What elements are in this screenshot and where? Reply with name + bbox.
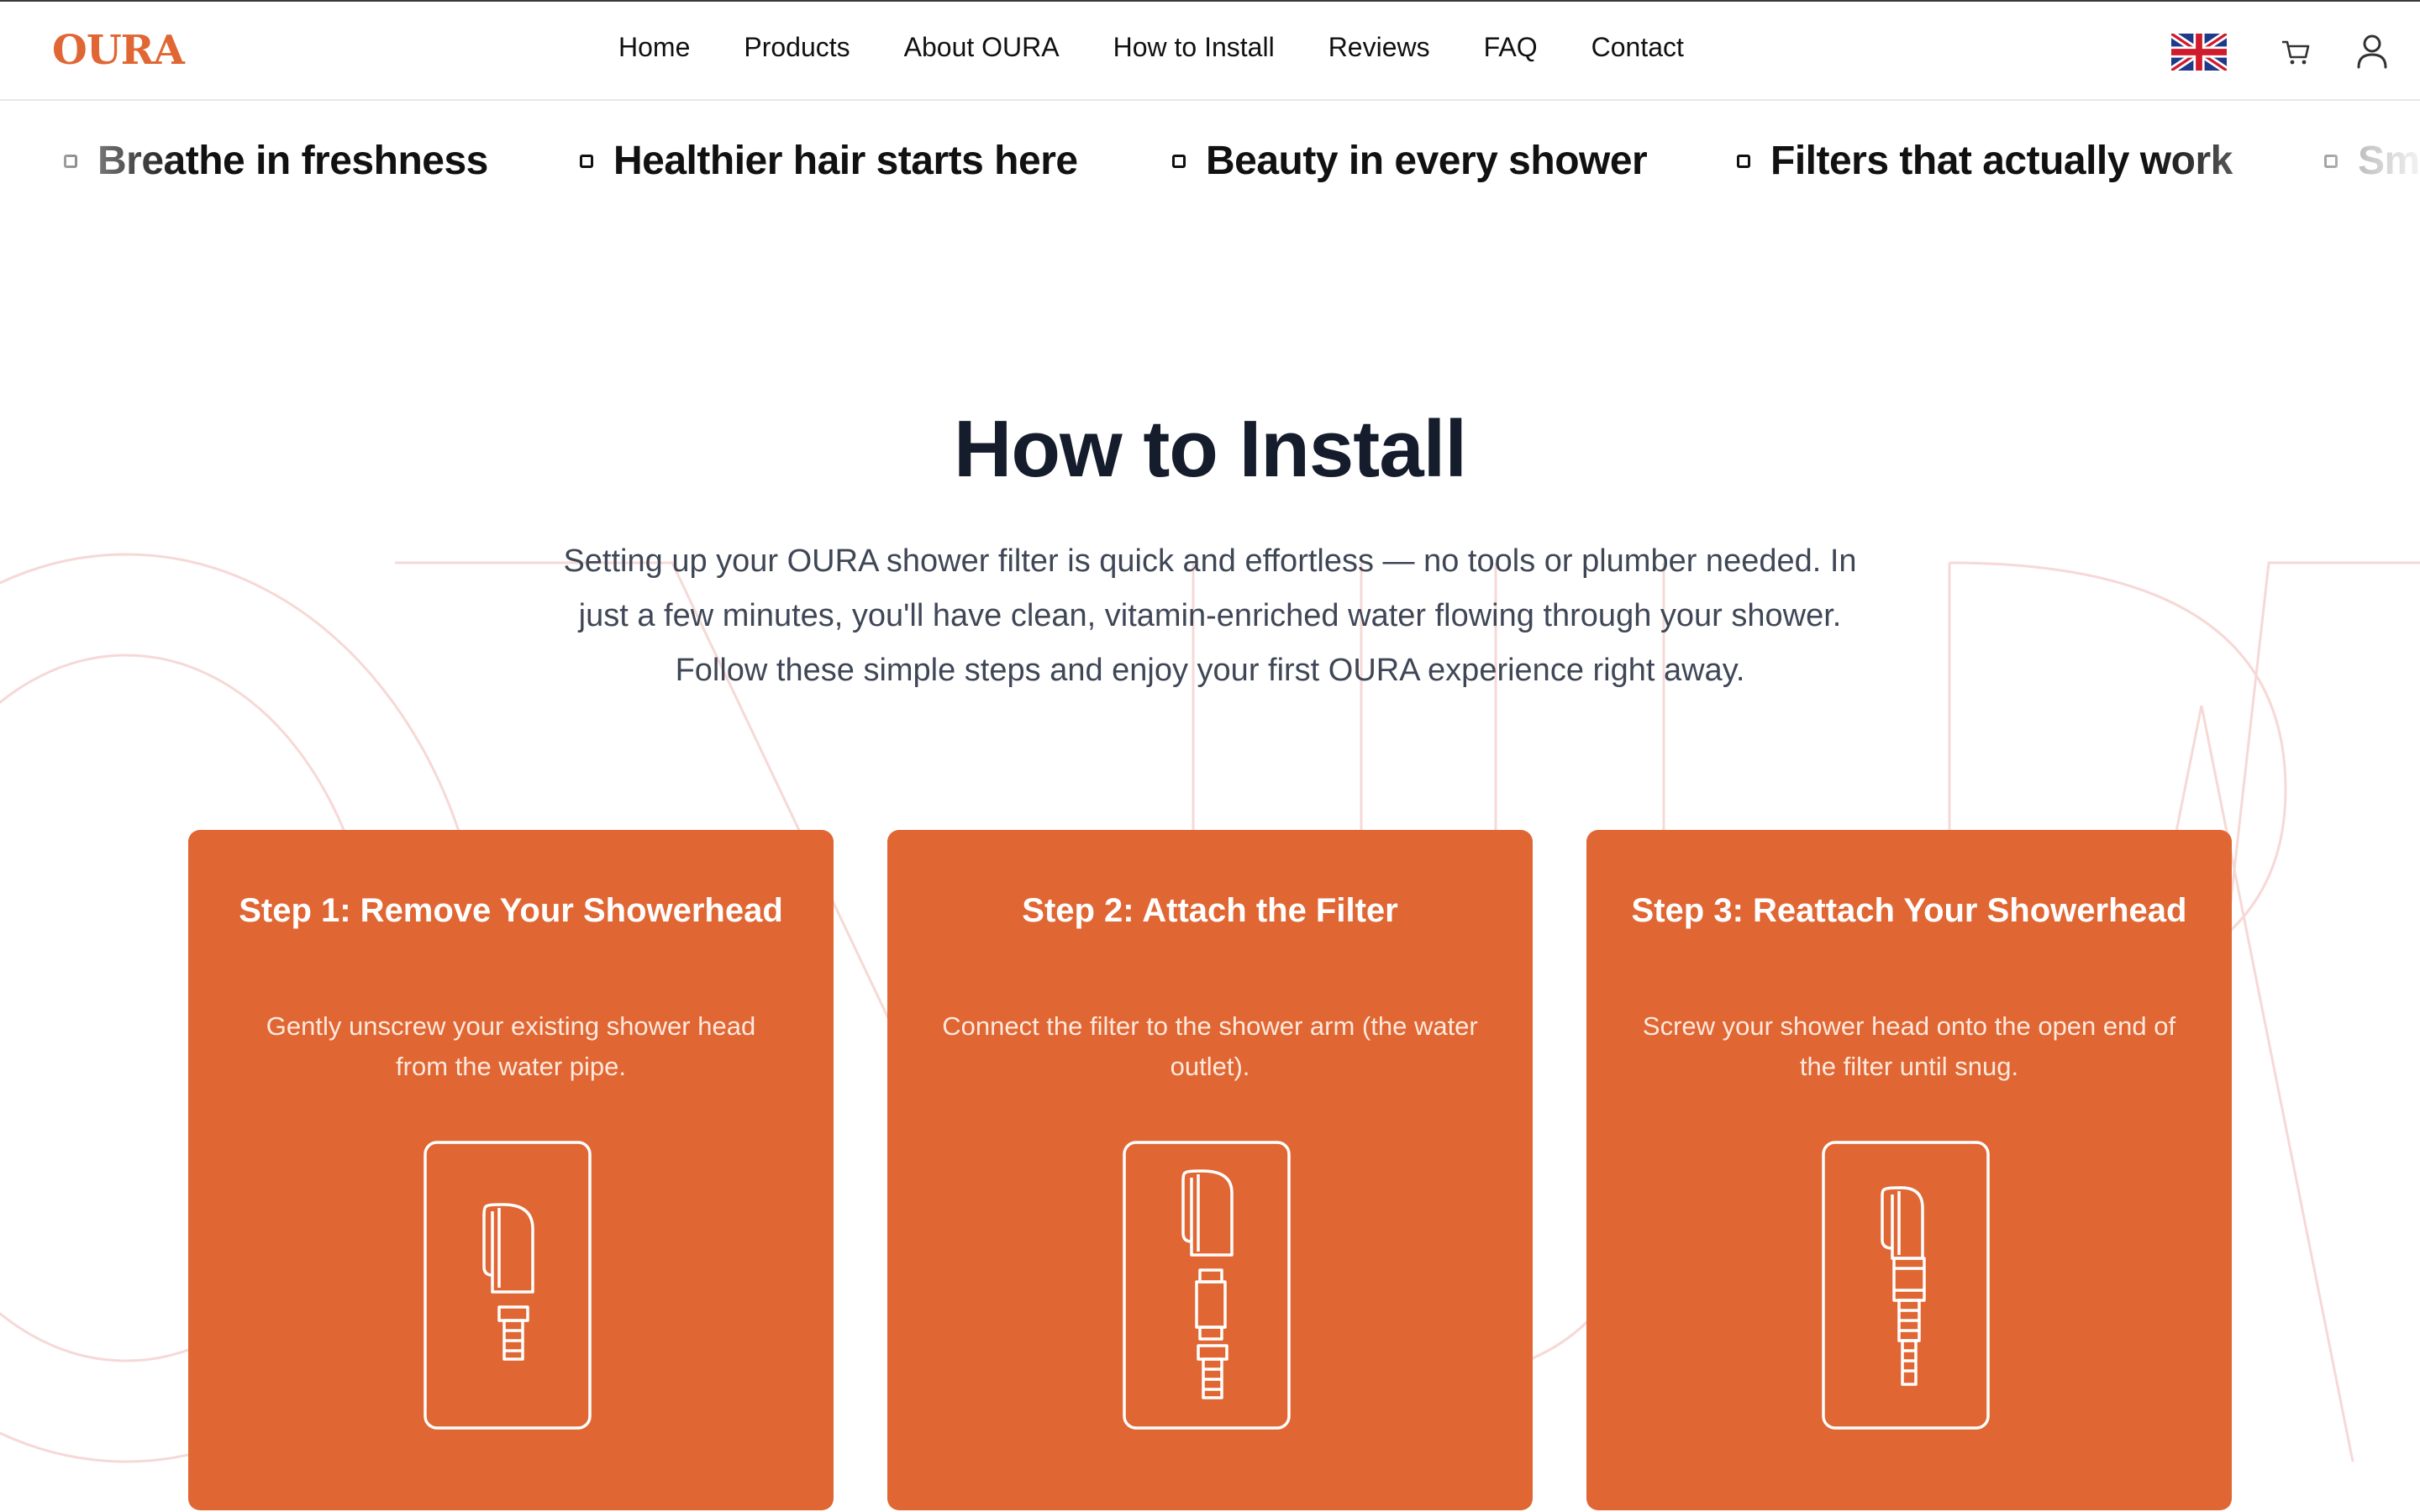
marquee-item: Beauty in every shower bbox=[1172, 138, 1648, 184]
page-title: How to Install bbox=[954, 404, 1467, 494]
nav-how-to-install[interactable]: How to Install bbox=[1113, 32, 1275, 63]
step-description: Gently unscrew your existing shower head… bbox=[266, 1011, 756, 1081]
step-description: Connect the filter to the shower arm (th… bbox=[942, 1011, 1478, 1081]
step-title: Step 3: Reattach Your Showerhead bbox=[1631, 892, 2187, 929]
square-bullet-icon bbox=[1172, 154, 1186, 168]
uk-flag-icon[interactable] bbox=[2171, 34, 2227, 71]
cart-icon[interactable] bbox=[2279, 35, 2312, 69]
marquee-fade-left bbox=[0, 126, 185, 218]
square-bullet-icon bbox=[1737, 154, 1750, 168]
intro-paragraph: Setting up your OURA shower filter is qu… bbox=[563, 543, 1857, 688]
step-description: Screw your shower head onto the open end… bbox=[1642, 1011, 2176, 1081]
benefits-marquee: Breathe in freshness Healthier hair star… bbox=[0, 138, 2420, 205]
main-nav: Home Products About OURA How to Install … bbox=[618, 32, 1684, 63]
nav-home[interactable]: Home bbox=[618, 32, 690, 63]
step-title: Step 1: Remove Your Showerhead bbox=[239, 892, 783, 929]
step-card-2: Step 2: Attach the Filter Connect the fi… bbox=[887, 830, 1533, 1510]
user-icon[interactable] bbox=[2353, 32, 2391, 71]
nav-about[interactable]: About OURA bbox=[904, 32, 1060, 63]
marquee-item: Healthier hair starts here bbox=[580, 138, 1078, 184]
step-title: Step 2: Attach the Filter bbox=[1022, 892, 1398, 929]
brand-logo[interactable]: OURA bbox=[52, 27, 185, 74]
nav-products[interactable]: Products bbox=[744, 32, 850, 63]
step-card-1: Step 1: Remove Your Showerhead Gently un… bbox=[188, 830, 834, 1510]
filter-attach-icon bbox=[1123, 1141, 1291, 1430]
square-bullet-icon bbox=[580, 154, 593, 168]
nav-reviews[interactable]: Reviews bbox=[1328, 32, 1430, 63]
showerhead-removed-icon bbox=[424, 1141, 592, 1430]
marquee-fade-right bbox=[2151, 126, 2420, 218]
showerhead-reattach-icon bbox=[1822, 1141, 1990, 1430]
site-header: OURA Home Products About OURA How to Ins… bbox=[0, 0, 2420, 101]
nav-contact[interactable]: Contact bbox=[1591, 32, 1684, 63]
nav-faq[interactable]: FAQ bbox=[1484, 32, 1538, 63]
step-card-3: Step 3: Reattach Your Showerhead Screw y… bbox=[1586, 830, 2232, 1510]
